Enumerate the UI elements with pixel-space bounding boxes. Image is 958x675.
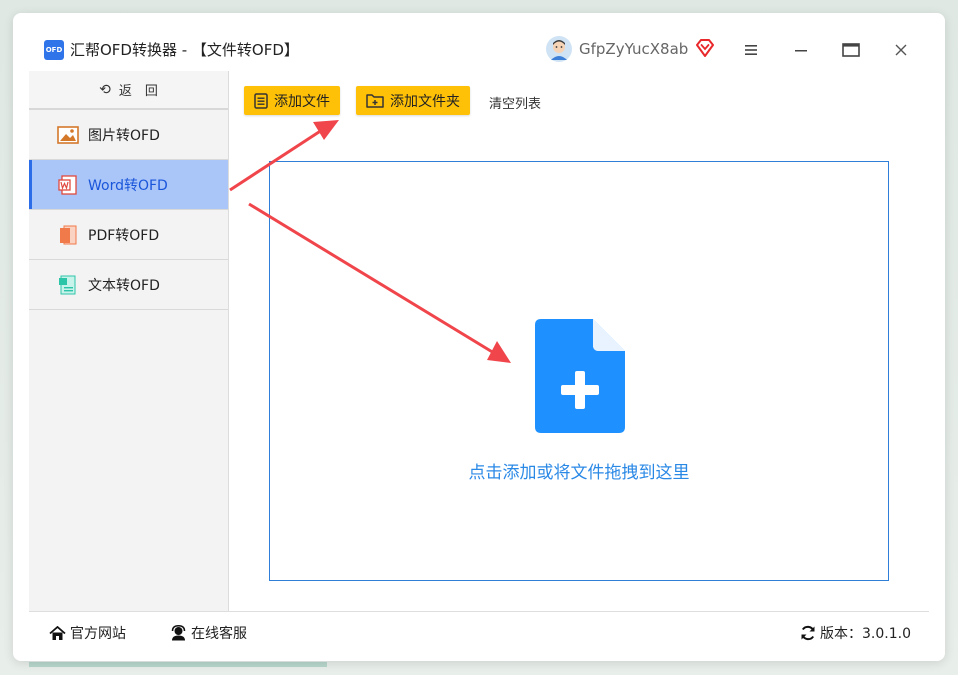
pdf-icon xyxy=(57,225,79,245)
clear-list-button[interactable]: 清空列表 xyxy=(489,93,541,112)
sidebar-item-text-to-ofd[interactable]: 文本转OFD xyxy=(29,260,228,310)
back-arrow-icon: ⟲ xyxy=(99,81,111,98)
add-folder-button[interactable]: 添加文件夹 xyxy=(356,86,470,115)
add-file-button[interactable]: 添加文件 xyxy=(244,86,340,115)
vip-diamond-icon[interactable] xyxy=(695,39,715,57)
add-file-label: 添加文件 xyxy=(274,93,330,110)
sidebar-item-image-to-ofd[interactable]: 图片转OFD xyxy=(29,110,228,160)
sidebar-item-label: 文本转OFD xyxy=(88,277,160,294)
username[interactable]: GfpZyYucX8ab xyxy=(579,40,688,58)
maximize-icon[interactable] xyxy=(840,39,862,61)
refresh-icon xyxy=(800,625,816,641)
drop-zone-hint: 点击添加或将文件拖拽到这里 xyxy=(468,463,690,483)
avatar[interactable] xyxy=(546,36,572,62)
customer-service-icon xyxy=(170,625,187,641)
desktop-strip xyxy=(29,662,327,667)
sidebar-item-label: Word转OFD xyxy=(88,177,168,194)
sidebar-item-label: PDF转OFD xyxy=(88,227,160,244)
menu-icon[interactable] xyxy=(740,39,762,61)
sidebar-item-word-to-ofd[interactable]: Word转OFD xyxy=(29,160,228,210)
app-title: 汇帮OFD转换器 - 【文件转OFD】 xyxy=(70,41,299,59)
word-icon xyxy=(57,174,79,195)
app-window: OFD 汇帮OFD转换器 - 【文件转OFD】 GfpZyYucX8ab ⟲ 返… xyxy=(13,13,945,661)
official-website-label: 官方网站 xyxy=(70,626,126,642)
status-bar: 官方网站 在线客服 版本：3.0.1.0 xyxy=(29,611,929,654)
app-logo-icon: OFD xyxy=(44,40,64,60)
add-folder-label: 添加文件夹 xyxy=(390,93,460,110)
add-folder-icon xyxy=(366,93,384,108)
sidebar-item-label: 图片转OFD xyxy=(88,127,160,144)
sidebar-item-pdf-to-ofd[interactable]: PDF转OFD xyxy=(29,210,228,260)
version-label: 版本：3.0.1.0 xyxy=(820,626,911,642)
file-drop-zone[interactable]: 点击添加或将文件拖拽到这里 xyxy=(269,161,889,581)
minimize-icon[interactable] xyxy=(790,39,812,61)
home-icon xyxy=(49,625,66,641)
back-button[interactable]: ⟲ 返 回 xyxy=(29,71,228,110)
official-website-link[interactable]: 官方网站 xyxy=(49,623,126,643)
sidebar: ⟲ 返 回 图片转OFD Word转OFD PDF转OFD 文本转OFD xyxy=(29,71,229,619)
image-icon xyxy=(57,125,79,145)
back-label: 返 回 xyxy=(118,84,158,99)
online-service-label: 在线客服 xyxy=(191,626,247,642)
online-service-link[interactable]: 在线客服 xyxy=(170,623,247,643)
text-file-icon xyxy=(57,275,79,295)
document-list-icon xyxy=(254,92,268,109)
add-file-icon xyxy=(535,319,625,433)
version-info: 版本：3.0.1.0 xyxy=(800,623,911,643)
title-bar: OFD 汇帮OFD转换器 - 【文件转OFD】 GfpZyYucX8ab xyxy=(13,13,945,71)
close-icon[interactable] xyxy=(890,39,912,61)
